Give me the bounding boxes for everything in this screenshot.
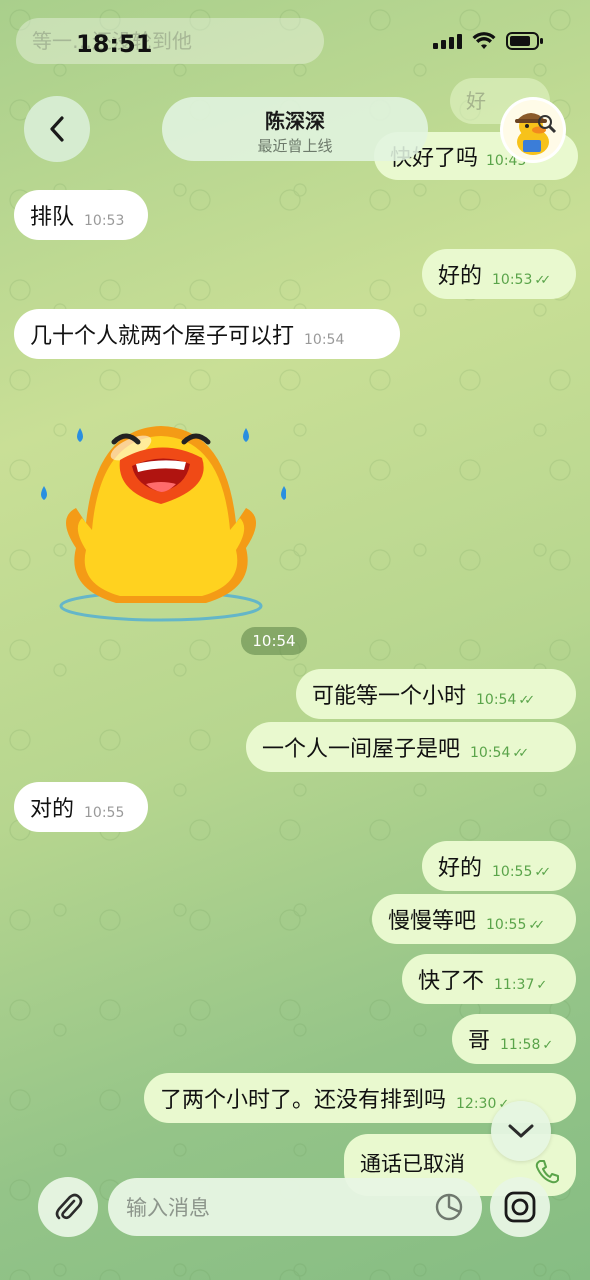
message-time: 10:53 [84,213,125,229]
message-text: 可能等一个小时 [312,684,467,709]
message-text: 排队 [30,205,75,230]
message-time: 10:55 ✓✓ [486,917,545,933]
duck-detective-avatar-icon [503,100,563,160]
message-time: 10:54 ✓✓ [476,692,535,708]
double-check-icon: ✓✓ [512,745,529,761]
status-time: 18:51 [76,30,153,58]
message-outgoing[interactable]: 慢慢等吧 10:55 ✓✓ [372,894,576,944]
camera-button[interactable] [490,1177,550,1237]
attach-button[interactable] [38,1177,98,1237]
chat-title[interactable]: 陈深深 最近曾上线 [162,97,428,161]
message-input-placeholder: 输入消息 [126,1196,210,1220]
check-icon: ✓ [542,1037,553,1053]
status-bar: 18:51 [0,0,590,86]
message-incoming[interactable]: 对的 10:55 [14,782,148,832]
sticker-icon[interactable] [434,1192,464,1222]
wifi-icon [472,32,496,50]
call-status-text: 通话已取消 [360,1152,465,1176]
message-time: 10:54 [304,332,345,348]
message-time: 10:53 ✓✓ [492,272,551,288]
message-incoming[interactable]: 排队 10:53 [14,190,148,240]
camera-icon [504,1191,536,1223]
back-button[interactable] [24,96,90,162]
battery-icon [506,32,544,50]
message-outgoing[interactable]: 哥 11:58 ✓ [452,1014,576,1064]
message-text: 对的 [30,797,75,822]
message-outgoing[interactable]: 可能等一个小时 10:54 ✓✓ [296,669,576,719]
message-text: 一个人一间屋子是吧 [262,737,461,762]
message-text: 好的 [438,856,483,881]
message-time: 10:55 [84,805,125,821]
message-text: 几十个人就两个屋子可以打 [30,324,295,349]
phone-icon [535,1160,559,1184]
chevron-down-icon [508,1124,534,1138]
message-outgoing[interactable]: 快了不 11:37 ✓ [402,954,576,1004]
check-icon: ✓ [536,977,547,993]
double-check-icon: ✓✓ [518,692,535,708]
double-check-icon: ✓✓ [528,917,545,933]
status-icons [433,32,544,50]
message-outgoing[interactable]: 好的 10:55 ✓✓ [422,841,576,891]
message-text: 快了不 [418,969,485,994]
message-time: 11:37 ✓ [494,977,547,993]
contact-name: 陈深深 [265,109,325,133]
message-text: 慢慢等吧 [388,909,477,934]
message-time: 10:54 ✓✓ [470,745,529,761]
contact-avatar[interactable] [500,97,566,163]
scroll-to-bottom-button[interactable] [491,1101,551,1161]
double-check-icon: ✓✓ [534,272,551,288]
paperclip-icon [55,1193,83,1220]
message-outgoing[interactable]: 一个人一间屋子是吧 10:54 ✓✓ [246,722,576,772]
message-outgoing[interactable]: 好的 10:53 ✓✓ [422,249,576,299]
message-time: 12:30 ✓ [456,1096,509,1112]
message-input[interactable]: 输入消息 [108,1178,482,1236]
message-text: 好的 [438,264,483,289]
message-text: 了两个小时了。还没有排到吗 [160,1088,447,1113]
message-incoming[interactable]: 几十个人就两个屋子可以打 10:54 [14,309,400,359]
laughing-duck-sticker[interactable] [36,388,286,628]
double-check-icon: ✓✓ [534,864,551,880]
contact-last-seen: 最近曾上线 [257,137,333,155]
message-time: 11:58 ✓ [500,1037,553,1053]
message-text: 哥 [468,1029,491,1054]
chevron-left-icon [50,116,64,142]
sticker-time-badge: 10:54 [241,627,307,655]
signal-icon [433,33,462,49]
message-time: 10:55 ✓✓ [492,864,551,880]
